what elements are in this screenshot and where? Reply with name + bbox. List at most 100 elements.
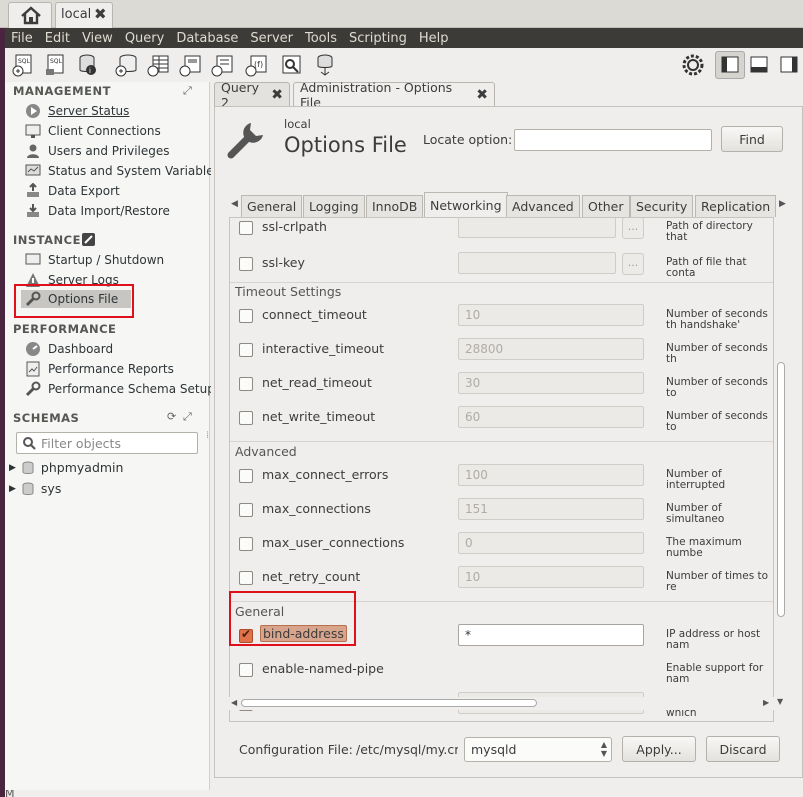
option-checkbox[interactable] bbox=[239, 257, 253, 271]
option-checkbox[interactable] bbox=[239, 221, 253, 235]
sidebar-item-status-variables[interactable]: Status and System Variables bbox=[25, 162, 220, 180]
search-table-data-icon[interactable] bbox=[279, 53, 303, 77]
sidebar-item-startup-shutdown[interactable]: Startup / Shutdown bbox=[25, 251, 164, 269]
menu-file[interactable]: File bbox=[5, 31, 39, 46]
create-table-icon[interactable] bbox=[147, 53, 171, 77]
option-value-field[interactable] bbox=[458, 252, 616, 274]
option-description: Number of seconds to bbox=[666, 410, 768, 433]
expand-arrow-icon[interactable]: ▶ bbox=[9, 463, 16, 473]
option-value-field[interactable] bbox=[458, 218, 616, 238]
option-checkbox[interactable] bbox=[239, 503, 253, 517]
scrollbar-thumb[interactable] bbox=[241, 699, 537, 707]
browse-button[interactable]: ... bbox=[622, 253, 644, 275]
option-value-field[interactable]: 28800 bbox=[458, 338, 644, 360]
spinner-arrows-icon: ▲ ▼ bbox=[600, 740, 607, 758]
tab-networking[interactable]: Networking bbox=[424, 192, 508, 217]
option-checkbox[interactable] bbox=[239, 343, 253, 357]
tab-logging[interactable]: Logging bbox=[303, 195, 365, 217]
find-button[interactable]: Find bbox=[721, 126, 783, 152]
tab-innodb[interactable]: InnoDB bbox=[366, 195, 424, 217]
bind-address-value[interactable]: * bbox=[458, 624, 644, 646]
locate-option-input[interactable] bbox=[514, 129, 712, 151]
option-checkbox[interactable] bbox=[239, 377, 253, 391]
inspector-icon[interactable]: i bbox=[77, 53, 101, 77]
option-value-field[interactable]: 151 bbox=[458, 498, 644, 520]
refresh-icon[interactable]: ⟳ bbox=[167, 410, 176, 423]
menu-tools[interactable]: Tools bbox=[299, 31, 343, 46]
options-scroll-area[interactable]: ssl-crlpath ... Path of directory that s… bbox=[229, 217, 774, 722]
apply-button[interactable]: Apply... bbox=[622, 736, 696, 762]
reconnect-icon[interactable] bbox=[313, 53, 337, 77]
close-icon[interactable]: ✖ bbox=[271, 87, 283, 103]
dashboard-icon bbox=[26, 342, 40, 356]
menu-help[interactable]: Help bbox=[413, 31, 455, 46]
connection-tab[interactable]: local ✖ bbox=[55, 2, 113, 28]
bottom-panel-icon[interactable] bbox=[747, 53, 771, 77]
option-checkbox[interactable] bbox=[239, 411, 253, 425]
create-schema-icon[interactable] bbox=[115, 53, 139, 77]
scrollbar-thumb[interactable] bbox=[777, 362, 785, 617]
option-value-field[interactable]: 10 bbox=[458, 566, 644, 588]
option-value-field[interactable]: 10 bbox=[458, 304, 644, 326]
option-checkbox[interactable] bbox=[239, 663, 253, 677]
tab-advanced[interactable]: Advanced bbox=[506, 195, 580, 217]
right-panel-icon[interactable] bbox=[777, 53, 801, 77]
menu-scripting[interactable]: Scripting bbox=[343, 31, 413, 46]
browse-button[interactable]: ... bbox=[622, 218, 644, 239]
tab-scroll-left-icon[interactable]: ◀ bbox=[231, 199, 238, 209]
menu-database[interactable]: Database bbox=[170, 31, 244, 46]
option-value-field[interactable]: 30 bbox=[458, 372, 644, 394]
tab-other[interactable]: Other bbox=[582, 195, 630, 217]
menu-server[interactable]: Server bbox=[244, 31, 299, 46]
settings-gear-icon[interactable] bbox=[681, 53, 705, 77]
sidebar-item-server-status[interactable]: Server Status bbox=[25, 102, 129, 120]
sidebar-item-performance-schema-setup[interactable]: Performance Schema Setup bbox=[25, 380, 215, 398]
option-value-field[interactable]: 0 bbox=[458, 532, 644, 554]
toggle-sidebar-button[interactable] bbox=[715, 51, 745, 79]
expand-icon[interactable]: ⤢ bbox=[183, 410, 192, 424]
sidebar-item-data-import[interactable]: Data Import/Restore bbox=[25, 202, 170, 220]
tab-query-2[interactable]: Query 2 ✖ bbox=[214, 80, 290, 110]
splitter-handle[interactable]: ⁞ bbox=[206, 430, 209, 441]
section-select[interactable]: mysqld ▲ ▼ bbox=[464, 737, 612, 762]
sidebar-item-performance-reports[interactable]: Performance Reports bbox=[25, 360, 174, 378]
menu-edit[interactable]: Edit bbox=[39, 31, 76, 46]
option-value-field[interactable]: 100 bbox=[458, 464, 644, 486]
vertical-scrollbar[interactable]: ▼ bbox=[775, 217, 788, 722]
close-icon[interactable]: ✖ bbox=[476, 87, 488, 103]
discard-button[interactable]: Discard bbox=[706, 736, 780, 762]
create-view-icon[interactable] bbox=[179, 53, 203, 77]
close-icon[interactable]: ✖ bbox=[94, 5, 107, 23]
open-sql-script-icon[interactable]: SQL bbox=[43, 53, 67, 77]
tab-administration-options-file[interactable]: Administration - Options File ✖ bbox=[293, 80, 495, 110]
horizontal-scrollbar[interactable]: ◀ ▶ bbox=[229, 697, 774, 710]
scroll-left-icon[interactable]: ◀ bbox=[231, 698, 237, 707]
sidebar-item-client-connections[interactable]: Client Connections bbox=[25, 122, 161, 140]
filter-objects-input[interactable]: Filter objects bbox=[16, 432, 198, 454]
tab-scroll-right-icon[interactable]: ▶ bbox=[779, 199, 786, 209]
svg-text:SQL: SQL bbox=[18, 58, 31, 65]
option-checkbox[interactable] bbox=[239, 469, 253, 483]
scroll-down-icon[interactable]: ▼ bbox=[777, 697, 783, 706]
create-procedure-icon[interactable] bbox=[211, 53, 235, 77]
schema-item[interactable]: ▶ phpmyadmin bbox=[9, 460, 123, 475]
menu-query[interactable]: Query bbox=[119, 31, 171, 46]
scroll-right-icon[interactable]: ▶ bbox=[763, 698, 769, 707]
expand-arrow-icon[interactable]: ▶ bbox=[9, 484, 16, 494]
create-function-icon[interactable]: (f) bbox=[245, 53, 269, 77]
sidebar-item-users-privileges[interactable]: Users and Privileges bbox=[25, 142, 170, 160]
home-tab[interactable] bbox=[8, 2, 52, 28]
option-checkbox[interactable] bbox=[239, 537, 253, 551]
tab-general[interactable]: General bbox=[241, 195, 303, 217]
tab-replication[interactable]: Replication bbox=[695, 195, 777, 217]
menu-view[interactable]: View bbox=[76, 31, 119, 46]
new-sql-tab-icon[interactable]: SQL bbox=[11, 53, 35, 77]
sidebar-item-data-export[interactable]: Data Export bbox=[25, 182, 120, 200]
schema-item[interactable]: ▶ sys bbox=[9, 481, 61, 496]
option-checkbox[interactable] bbox=[239, 309, 253, 323]
tab-security[interactable]: Security bbox=[630, 195, 694, 217]
option-value-field[interactable]: 60 bbox=[458, 406, 644, 428]
expand-icon[interactable]: ⤢ bbox=[183, 84, 192, 98]
sidebar-item-dashboard[interactable]: Dashboard bbox=[25, 340, 113, 358]
option-checkbox[interactable] bbox=[239, 571, 253, 585]
